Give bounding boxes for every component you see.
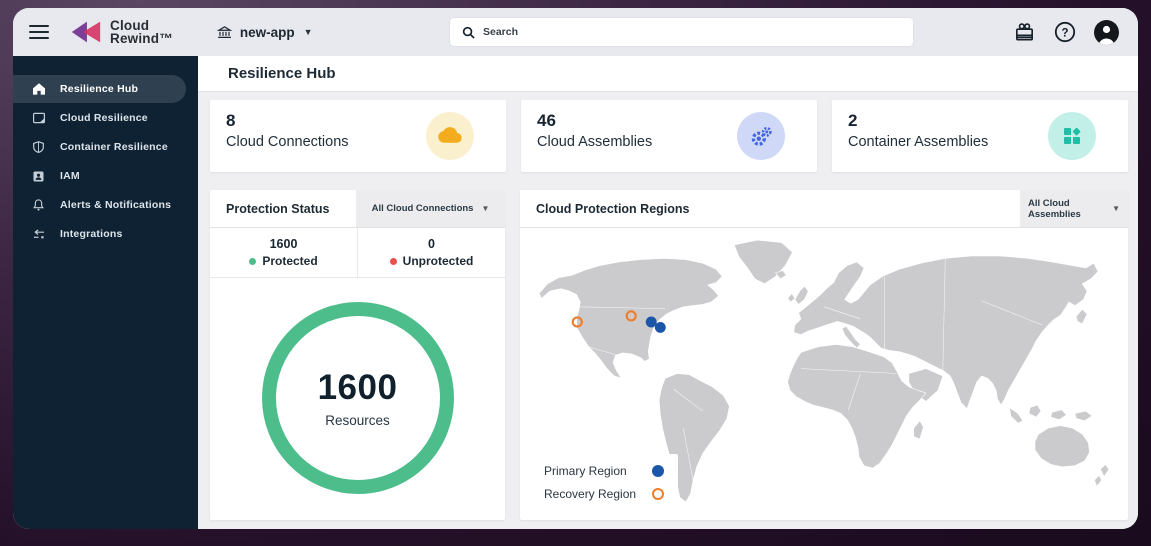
protection-regions-panel: Cloud Protection Regions All Cloud Assem…: [520, 190, 1128, 520]
cloud-assemblies-card[interactable]: 46 Cloud Assemblies: [521, 100, 817, 172]
sidebar-item-integrations[interactable]: Integrations: [13, 220, 198, 248]
sidebar-item-alerts-notifications[interactable]: Alerts & Notifications: [13, 191, 198, 219]
cloud-window-icon: [31, 111, 46, 125]
cloud-rewind-logo: Cloud Rewind™: [69, 18, 173, 46]
sidebar-item-label: Alerts & Notifications: [60, 199, 172, 211]
bank-icon: [216, 25, 232, 40]
user-avatar[interactable]: [1094, 19, 1119, 45]
protected-count: 1600: [269, 237, 298, 251]
legend-primary-region: Primary Region: [544, 464, 664, 478]
chevron-down-icon: ▼: [481, 204, 490, 213]
sidebar-item-iam[interactable]: IAM: [13, 162, 198, 190]
dropdown-value: All Cloud Assemblies: [1028, 197, 1081, 220]
cloud-connections-card[interactable]: 8 Cloud Connections: [210, 100, 506, 172]
sidebar-item-label: Container Resilience: [60, 141, 168, 153]
sidebar-item-label: Integrations: [60, 228, 123, 240]
screenshot-frame: Cloud Rewind™ new-app ▼ Search ? Resilie…: [0, 0, 1151, 546]
panel-title: Cloud Protection Regions: [536, 201, 690, 216]
swap-arrows-icon: [31, 228, 46, 241]
main-content: Resilience Hub 8 Cloud Connections 46 Cl…: [198, 56, 1138, 529]
primary-region-dot-icon: [652, 465, 664, 477]
dropdown-value: All Cloud Connections: [371, 203, 474, 214]
topbar: Cloud Rewind™ new-app ▼ Search ?: [13, 8, 1138, 56]
map-legend: Primary Region Recovery Region: [538, 454, 678, 513]
panel-title: Protection Status: [226, 201, 330, 216]
sidebar-item-cloud-resilience[interactable]: Cloud Resilience: [13, 104, 198, 132]
protection-status-header: Protection Status All Cloud Connections …: [210, 190, 505, 228]
sidebar-item-label: IAM: [60, 170, 80, 182]
legend-label: Recovery Region: [544, 487, 637, 501]
cloud-connections-filter-dropdown[interactable]: All Cloud Connections ▼: [356, 190, 505, 227]
sidebar: Resilience Hub Cloud Resilience Containe…: [13, 56, 198, 529]
whats-new-gift-icon[interactable]: [1013, 21, 1036, 44]
page-header: Resilience Hub: [198, 56, 1138, 92]
gears-icon: [737, 112, 785, 160]
id-badge-icon: [31, 170, 46, 183]
protected-stat: 1600 Protected: [210, 228, 357, 277]
page-title: Resilience Hub: [228, 65, 336, 82]
red-dot-icon: [389, 257, 397, 265]
hamburger-menu-icon[interactable]: [29, 21, 49, 43]
legend-label: Primary Region: [544, 464, 627, 478]
green-dot-icon: [249, 257, 257, 265]
sidebar-item-label: Cloud Resilience: [60, 112, 148, 124]
chevron-down-icon: ▼: [1112, 204, 1120, 213]
region-marker-primary[interactable]: [654, 321, 666, 333]
sidebar-item-resilience-hub[interactable]: Resilience Hub: [13, 75, 186, 103]
world-map-container: Primary Region Recovery Region: [520, 228, 1128, 519]
help-icon[interactable]: ?: [1053, 20, 1077, 44]
resources-donut-wrap: 1600 Resources: [210, 278, 505, 518]
cloud-icon: [426, 112, 474, 160]
summary-cards-row: 8 Cloud Connections 46 Cloud Assemblies: [210, 100, 1128, 172]
protection-regions-header: Cloud Protection Regions All Cloud Assem…: [520, 190, 1128, 228]
resources-donut-chart: 1600 Resources: [261, 302, 454, 494]
protected-label: Protected: [262, 254, 318, 268]
recovery-region-ring-icon: [652, 488, 664, 500]
logo-text: Cloud Rewind™: [110, 17, 173, 46]
topbar-actions: ?: [1013, 8, 1119, 56]
search-bar[interactable]: [450, 18, 913, 46]
svg-text:?: ?: [1061, 27, 1068, 39]
app-selector-label: new-app: [239, 24, 295, 40]
sidebar-item-label: Resilience Hub: [60, 83, 139, 95]
cloud-assemblies-filter-dropdown[interactable]: All Cloud Assemblies ▼: [1020, 190, 1128, 227]
rewind-logo-icon: [69, 18, 103, 46]
resources-total: 1600: [317, 368, 398, 407]
grid-icon: [1048, 112, 1096, 160]
legend-recovery-region: Recovery Region: [544, 487, 664, 501]
protection-status-panel: Protection Status All Cloud Connections …: [210, 190, 505, 520]
home-icon: [31, 82, 46, 96]
resources-label: Resources: [325, 413, 390, 428]
region-marker-primary[interactable]: [645, 316, 657, 328]
app-selector[interactable]: new-app ▼: [216, 24, 313, 40]
shield-icon: [31, 140, 46, 154]
sidebar-item-container-resilience[interactable]: Container Resilience: [13, 133, 198, 161]
unprotected-stat: 0 Unprotected: [357, 228, 505, 277]
container-assemblies-card[interactable]: 2 Container Assemblies: [832, 100, 1128, 172]
chevron-down-icon: ▼: [303, 27, 313, 37]
search-icon: [462, 26, 475, 39]
unprotected-count: 0: [428, 237, 435, 251]
search-input[interactable]: [483, 26, 913, 38]
app-window: Cloud Rewind™ new-app ▼ Search ? Resilie…: [13, 8, 1138, 529]
unprotected-label: Unprotected: [402, 254, 474, 268]
protection-stats: 1600 Protected 0 Unprotected: [210, 228, 505, 278]
bell-icon: [31, 198, 46, 212]
